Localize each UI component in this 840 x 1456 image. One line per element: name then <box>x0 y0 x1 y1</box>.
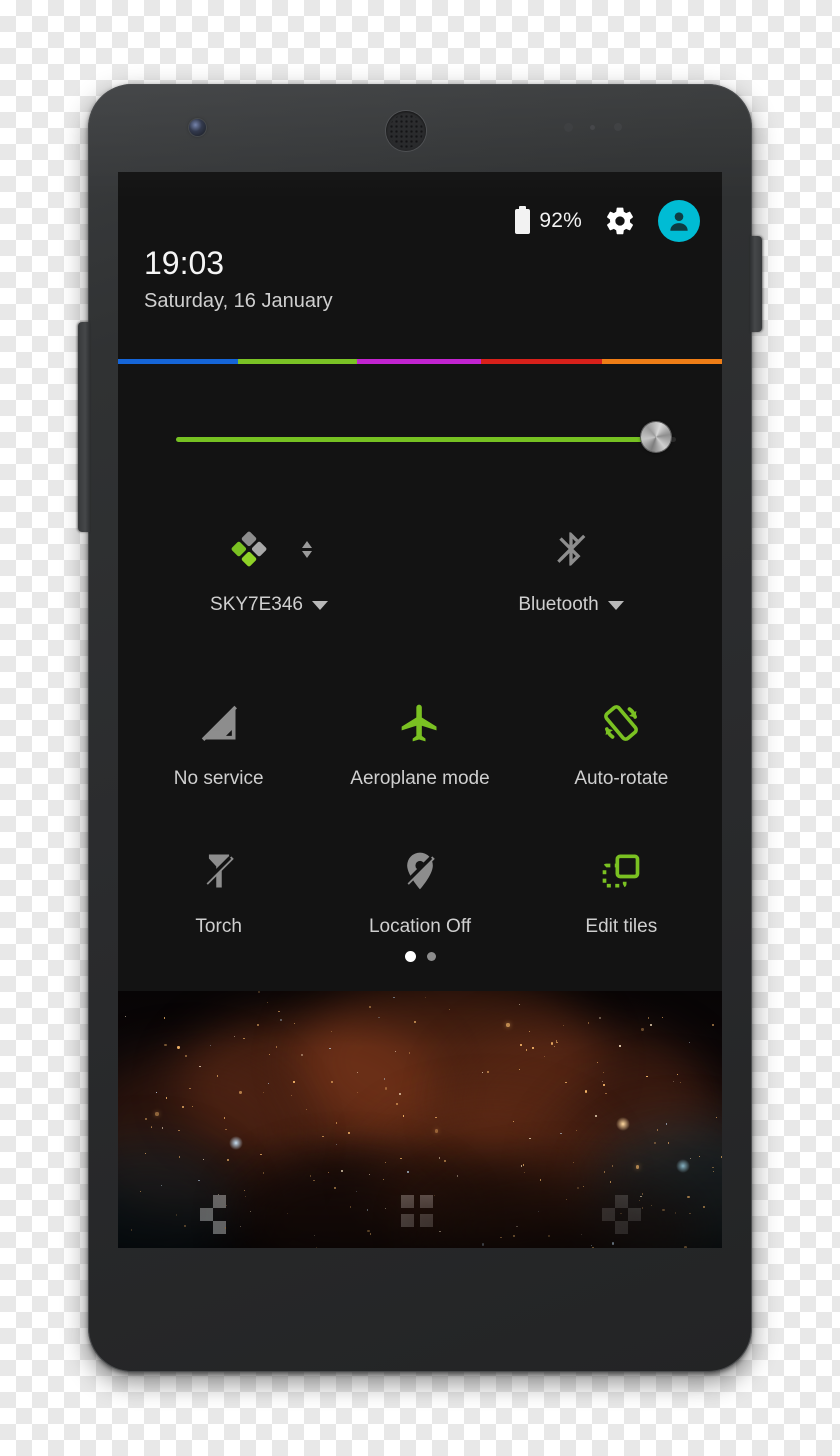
divider-segment-3 <box>481 359 602 364</box>
gear-icon[interactable] <box>604 205 636 237</box>
status-bar: 92% <box>515 200 700 242</box>
auto-rotate-icon-wrap <box>599 694 643 752</box>
tile-edit-tiles[interactable]: Edit tiles <box>521 842 722 938</box>
location-icon-wrap <box>398 842 442 900</box>
front-camera-icon <box>189 119 206 136</box>
wifi-icon-wrap <box>226 520 312 578</box>
airplane-icon <box>401 704 437 742</box>
person-icon <box>670 212 688 231</box>
user-avatar[interactable] <box>658 200 700 242</box>
clock-time: 19:03 <box>144 245 225 281</box>
wifi-icon <box>231 531 267 567</box>
tile-wifi-label: SKY7E346 <box>210 594 303 615</box>
quick-settings-row-top: SKY7E346 Bluetooth <box>118 520 722 616</box>
tile-auto-rotate-label: Auto-rotate <box>574 768 669 789</box>
light-sensor-icon <box>590 125 595 130</box>
tile-bluetooth-label: Bluetooth <box>518 594 599 615</box>
location-off-icon <box>403 852 435 890</box>
phone-device: 92% 19:03 Saturday, 16 January SKY7E346 … <box>78 84 762 1372</box>
tile-aeroplane-mode[interactable]: Aeroplane mode <box>319 694 520 790</box>
tile-aeroplane-mode-label: Aeroplane mode <box>350 768 490 789</box>
notification-led-icon <box>614 123 622 131</box>
clock-date: Saturday, 16 January <box>144 290 333 312</box>
clock-block: 19:03 Saturday, 16 January <box>144 244 333 316</box>
earpiece-speaker-icon <box>386 111 426 151</box>
divider-segment-1 <box>238 359 357 364</box>
brightness-thumb[interactable] <box>641 422 671 452</box>
wallpaper <box>118 991 722 1248</box>
wifi-upload-arrow-icon <box>302 540 312 548</box>
brightness-slider[interactable] <box>176 422 676 456</box>
signal-icon-wrap <box>197 694 241 752</box>
proximity-sensor-icon <box>564 123 573 132</box>
wifi-activity-arrows <box>302 540 312 558</box>
bluetooth-off-icon <box>557 532 586 566</box>
battery-status: 92% <box>515 205 582 234</box>
quick-settings-row-middle: No service Aeroplane mode Auto-rotate <box>118 694 722 790</box>
wallpaper-vignette <box>118 991 722 1248</box>
tile-no-service-label: No service <box>173 768 264 789</box>
tile-edit-tiles-label: Edit tiles <box>585 916 658 937</box>
tile-torch-label: Torch <box>195 916 242 937</box>
edit-tiles-icon-wrap <box>599 842 643 900</box>
auto-rotate-icon <box>604 705 639 741</box>
power-button[interactable] <box>750 236 762 332</box>
tile-bluetooth[interactable]: Bluetooth <box>420 520 722 616</box>
page-dot-inactive[interactable] <box>426 952 436 961</box>
brightness-fill <box>176 437 656 442</box>
wifi-download-arrow-icon <box>302 550 312 558</box>
chevron-down-icon[interactable] <box>311 600 328 610</box>
tile-bluetooth-label-wrap: Bluetooth <box>518 594 624 616</box>
quick-settings-panel: 92% 19:03 Saturday, 16 January SKY7E346 … <box>118 172 722 991</box>
divider-segment-4 <box>602 359 722 364</box>
bluetooth-icon-wrap <box>551 520 591 578</box>
rainbow-divider <box>118 359 722 364</box>
edit-tiles-icon <box>602 854 640 888</box>
airplane-icon-wrap <box>398 694 442 752</box>
tile-location[interactable]: Location Off <box>319 842 520 938</box>
tile-location-label: Location Off <box>368 916 472 937</box>
tile-wifi[interactable]: SKY7E346 <box>118 520 420 616</box>
phone-screen: 92% 19:03 Saturday, 16 January SKY7E346 … <box>118 172 722 1248</box>
tile-no-service[interactable]: No service <box>118 694 319 790</box>
signal-off-icon <box>201 705 237 741</box>
tile-torch[interactable]: Torch <box>118 842 319 938</box>
battery-icon <box>515 205 531 234</box>
divider-segment-0 <box>118 359 238 364</box>
volume-rocker[interactable] <box>78 322 90 532</box>
flashlight-off-icon <box>202 854 234 888</box>
page-indicator <box>118 951 722 962</box>
quick-settings-row-bottom: Torch Location Off Edit tiles <box>118 842 722 938</box>
page-dot-active[interactable] <box>404 951 416 962</box>
tile-auto-rotate[interactable]: Auto-rotate <box>521 694 722 790</box>
tile-wifi-label-wrap: SKY7E346 <box>210 594 328 616</box>
flashlight-icon-wrap <box>197 842 241 900</box>
divider-segment-2 <box>357 359 481 364</box>
chevron-down-icon[interactable] <box>607 600 624 610</box>
battery-percent-label: 92% <box>539 209 582 232</box>
